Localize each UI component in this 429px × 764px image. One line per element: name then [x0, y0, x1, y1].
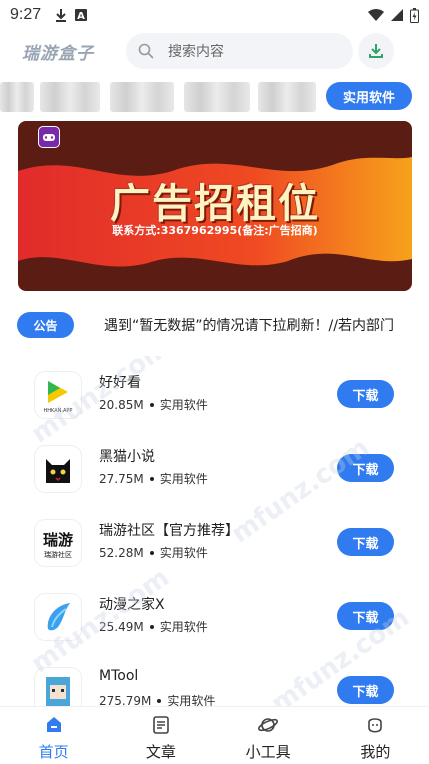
search-icon [138, 43, 154, 59]
nav-home[interactable]: 首页 [0, 707, 107, 764]
list-item[interactable]: 瑞游 瑞游社区 瑞游社区【官方推荐】 52.28M 实用软件 下载 [0, 504, 429, 578]
app-icon-ruiyou: 瑞游 瑞游社区 [35, 520, 81, 566]
font-a-icon: A [75, 9, 88, 21]
app-meta: 25.49M 实用软件 [99, 618, 208, 635]
app-meta: 27.75M 实用软件 [99, 470, 208, 487]
app-name: MTool [99, 668, 139, 684]
nav-tools[interactable]: 小工具 [215, 707, 322, 764]
blurred-tab[interactable] [40, 82, 100, 112]
nav-articles[interactable]: 文章 [107, 707, 214, 764]
signal-icon [391, 9, 403, 21]
nav-tools-label: 小工具 [245, 743, 291, 761]
nav-home-label: 首页 [38, 743, 69, 761]
blurred-tab[interactable] [0, 82, 34, 112]
app-size: 275.79M [99, 693, 152, 707]
battery-icon [410, 7, 419, 23]
app-meta: 275.79M 实用软件 [99, 692, 216, 707]
download-status-icon [56, 9, 67, 22]
app-meta: 20.85M 实用软件 [99, 396, 208, 413]
download-button[interactable]: 下载 [337, 676, 394, 704]
status-time: 9:27 [10, 6, 42, 23]
app-name: 黑猫小说 [99, 449, 155, 465]
blurred-tab[interactable] [110, 82, 174, 112]
app-list: HHKAN.APP 好好看 20.85M 实用软件 下载 黑猫小说 27.75M 实… [0, 356, 429, 706]
download-button[interactable]: 下载 [337, 602, 394, 630]
download-button[interactable]: 下载 [337, 380, 394, 408]
game-badge-icon [38, 126, 60, 148]
planet-icon [258, 718, 279, 732]
app-size: 20.85M [99, 397, 144, 412]
app-category: 实用软件 [159, 398, 208, 412]
app-category: 实用软件 [159, 472, 208, 486]
download-icon [369, 44, 383, 58]
list-item[interactable]: MTool 275.79M 实用软件 下载 [0, 652, 429, 706]
app-size: 25.49M [99, 619, 144, 634]
app-category: 实用软件 [159, 546, 208, 560]
profile-icon [368, 718, 383, 733]
notice-text: 遇到“暂无数据”的情况请下拉刷新！//若内部门 [104, 318, 394, 334]
home-icon [46, 717, 61, 732]
banner-title: 广告招租位 [110, 181, 320, 227]
wifi-icon [368, 8, 384, 21]
app-size: 27.75M [99, 471, 144, 486]
download-button[interactable]: 下载 [337, 528, 394, 556]
nav-profile-label: 我的 [360, 743, 391, 761]
download-manager-button[interactable] [358, 33, 394, 69]
header: 瑞游盒子 搜索内容 [0, 30, 429, 72]
ad-banner[interactable]: 广告招租位 联系方式:3367962995(备注:广告招商) [18, 121, 412, 291]
nav-articles-label: 文章 [145, 743, 176, 761]
article-icon [153, 716, 169, 734]
app-icon-dongman [35, 594, 81, 640]
nav-profile[interactable]: 我的 [322, 707, 429, 764]
notice-row: 公告 遇到“暂无数据”的情况请下拉刷新！//若内部门 [0, 311, 429, 339]
app-meta: 52.28M 实用软件 [99, 544, 208, 561]
notice-badge: 公告 [17, 312, 74, 338]
list-item[interactable]: 黑猫小说 27.75M 实用软件 下载 [0, 430, 429, 504]
svg-text:A: A [77, 11, 85, 21]
app-category: 实用软件 [159, 620, 208, 634]
category-useful-software-button[interactable]: 实用软件 [326, 82, 412, 110]
search-placeholder: 搜索内容 [168, 44, 224, 60]
app-category: 实用软件 [167, 694, 216, 706]
app-icon-haohaokan: HHKAN.APP [35, 372, 81, 418]
category-row: 实用软件 [0, 80, 429, 112]
app-icon-mtool [35, 668, 81, 706]
app-name: 动漫之家X [99, 597, 165, 613]
app-icon-black-cat [35, 446, 81, 492]
banner-subtitle: 联系方式:3367962995(备注:广告招商) [112, 224, 318, 237]
app-size: 52.28M [99, 545, 144, 560]
app-name: 瑞游社区【官方推荐】 [99, 523, 239, 539]
app-logo: 瑞游盒子 [22, 44, 94, 64]
list-item[interactable]: 动漫之家X 25.49M 实用软件 下载 [0, 578, 429, 652]
download-button[interactable]: 下载 [337, 454, 394, 482]
list-item[interactable]: HHKAN.APP 好好看 20.85M 实用软件 下载 [0, 356, 429, 430]
svg-text:瑞游社区: 瑞游社区 [44, 550, 72, 559]
status-bar: 9:27 A [0, 0, 429, 30]
bottom-nav: 首页 文章 小工具 我的 [0, 706, 429, 764]
app-name: 好好看 [99, 375, 141, 391]
svg-text:瑞游: 瑞游 [43, 531, 73, 549]
search-input[interactable]: 搜索内容 [126, 33, 353, 69]
svg-text:HHKAN.APP: HHKAN.APP [44, 408, 73, 414]
blurred-tab[interactable] [258, 82, 316, 112]
blurred-tab[interactable] [184, 82, 250, 112]
